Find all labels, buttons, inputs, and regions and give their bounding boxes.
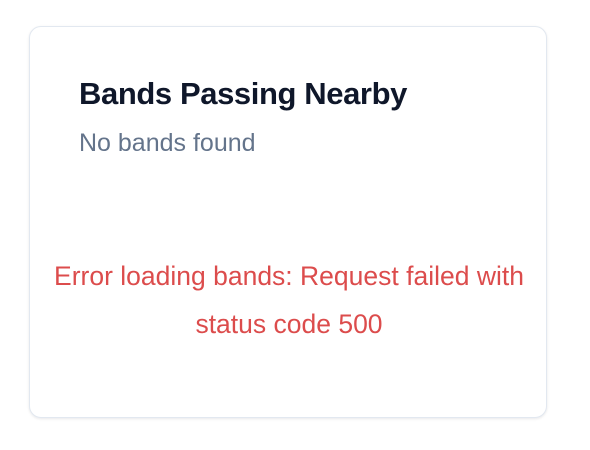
card-title: Bands Passing Nearby [79, 76, 407, 111]
bands-card: Bands Passing Nearby No bands found Erro… [29, 26, 547, 418]
empty-state-text: No bands found [79, 129, 256, 157]
error-message: Error loading bands: Request failed with… [54, 261, 524, 339]
